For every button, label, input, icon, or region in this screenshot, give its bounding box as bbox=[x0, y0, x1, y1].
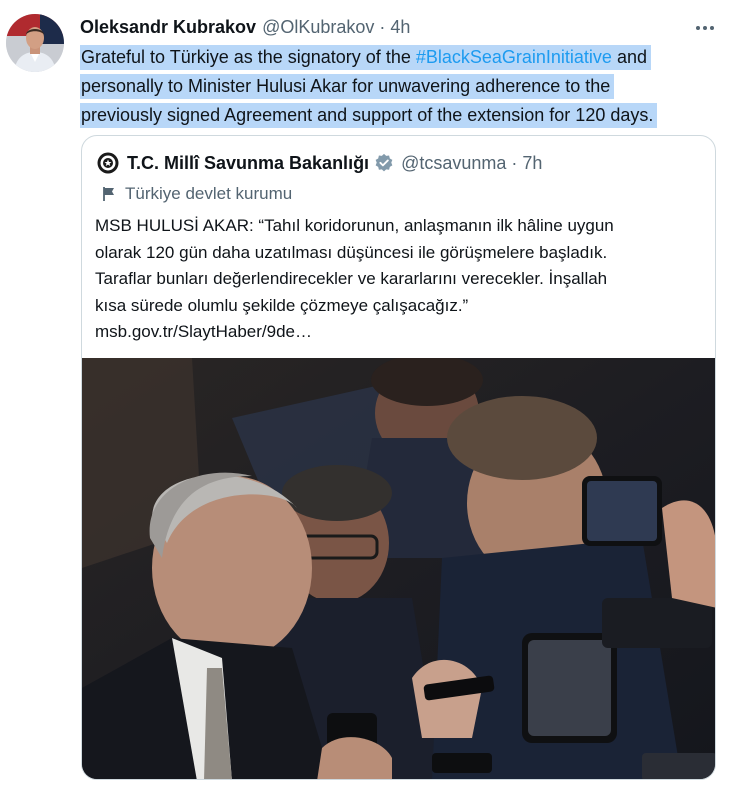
tweet-text-segment: personally to Minister Hulusi Akar for u… bbox=[80, 74, 615, 99]
tweet-text: Grateful to Türkiye as the signatory of … bbox=[80, 43, 700, 130]
author-handle[interactable]: @OlKubrakov bbox=[262, 17, 374, 38]
quoted-text-line: Taraflar bunları değerlendirecekler ve k… bbox=[95, 269, 608, 288]
author-avatar-photo bbox=[6, 14, 64, 72]
author-avatar[interactable] bbox=[6, 14, 64, 72]
tweet: Oleksandr Kubrakov @OlKubrakov · 4h Grat… bbox=[0, 0, 734, 800]
quoted-tweet-text: MSB HULUSİ AKAR: “Tahıl koridorunun, anl… bbox=[95, 213, 705, 346]
more-options-button[interactable] bbox=[690, 18, 720, 38]
quoted-timestamp[interactable]: 7h bbox=[522, 153, 542, 174]
ministry-seal-icon bbox=[97, 152, 119, 174]
quoted-text-line: olarak 120 gün daha uzatılması düşüncesi… bbox=[95, 242, 608, 262]
tweet-timestamp[interactable]: 4h bbox=[390, 17, 410, 38]
quoted-author-name[interactable]: T.C. Millî Savunma Bakanlığı bbox=[127, 153, 369, 174]
tweet-text-segment: and bbox=[611, 47, 647, 67]
tweet-text-segment: previously signed Agreement and support … bbox=[80, 103, 658, 128]
press-scrum-photo bbox=[82, 358, 715, 779]
quoted-text-line: MSB HULUSİ AKAR: “Tahıl koridorunun, anl… bbox=[95, 216, 614, 235]
hashtag-link[interactable]: #BlackSeaGrainInitiative bbox=[416, 47, 612, 67]
author-name[interactable]: Oleksandr Kubrakov bbox=[80, 17, 256, 38]
quoted-text-line: kısa sürede olumlu şekilde çözmeye çalış… bbox=[95, 295, 469, 315]
separator-dot: · bbox=[379, 16, 386, 37]
affiliation-label: Türkiye devlet kurumu bbox=[125, 184, 293, 203]
tweet-text-line: previously signed Agreement and support … bbox=[80, 101, 700, 130]
affiliation-label-row[interactable]: Türkiye devlet kurumu bbox=[102, 183, 292, 205]
tweet-text-line: personally to Minister Hulusi Akar for u… bbox=[80, 72, 700, 101]
quoted-tweet-header: T.C. Millî Savunma Bakanlığı @tcsavunma … bbox=[97, 150, 542, 176]
quoted-tweet-card[interactable]: T.C. Millî Savunma Bakanlığı @tcsavunma … bbox=[81, 135, 716, 780]
verified-badge-icon bbox=[375, 153, 393, 172]
tweet-text-segment: Grateful to Türkiye as the signatory of … bbox=[81, 47, 416, 67]
quoted-author-handle[interactable]: @tcsavunma bbox=[401, 153, 506, 174]
separator-dot: · bbox=[511, 152, 518, 173]
flag-icon bbox=[103, 187, 114, 201]
more-horizontal-icon bbox=[696, 26, 714, 30]
tweet-header: Oleksandr Kubrakov @OlKubrakov · 4h bbox=[80, 14, 410, 40]
quoted-tweet-link[interactable]: msb.gov.tr/SlaytHaber/9de… bbox=[95, 319, 705, 346]
tweet-text-line: Grateful to Türkiye as the signatory of … bbox=[80, 43, 700, 72]
quoted-tweet-photo[interactable] bbox=[82, 358, 715, 779]
